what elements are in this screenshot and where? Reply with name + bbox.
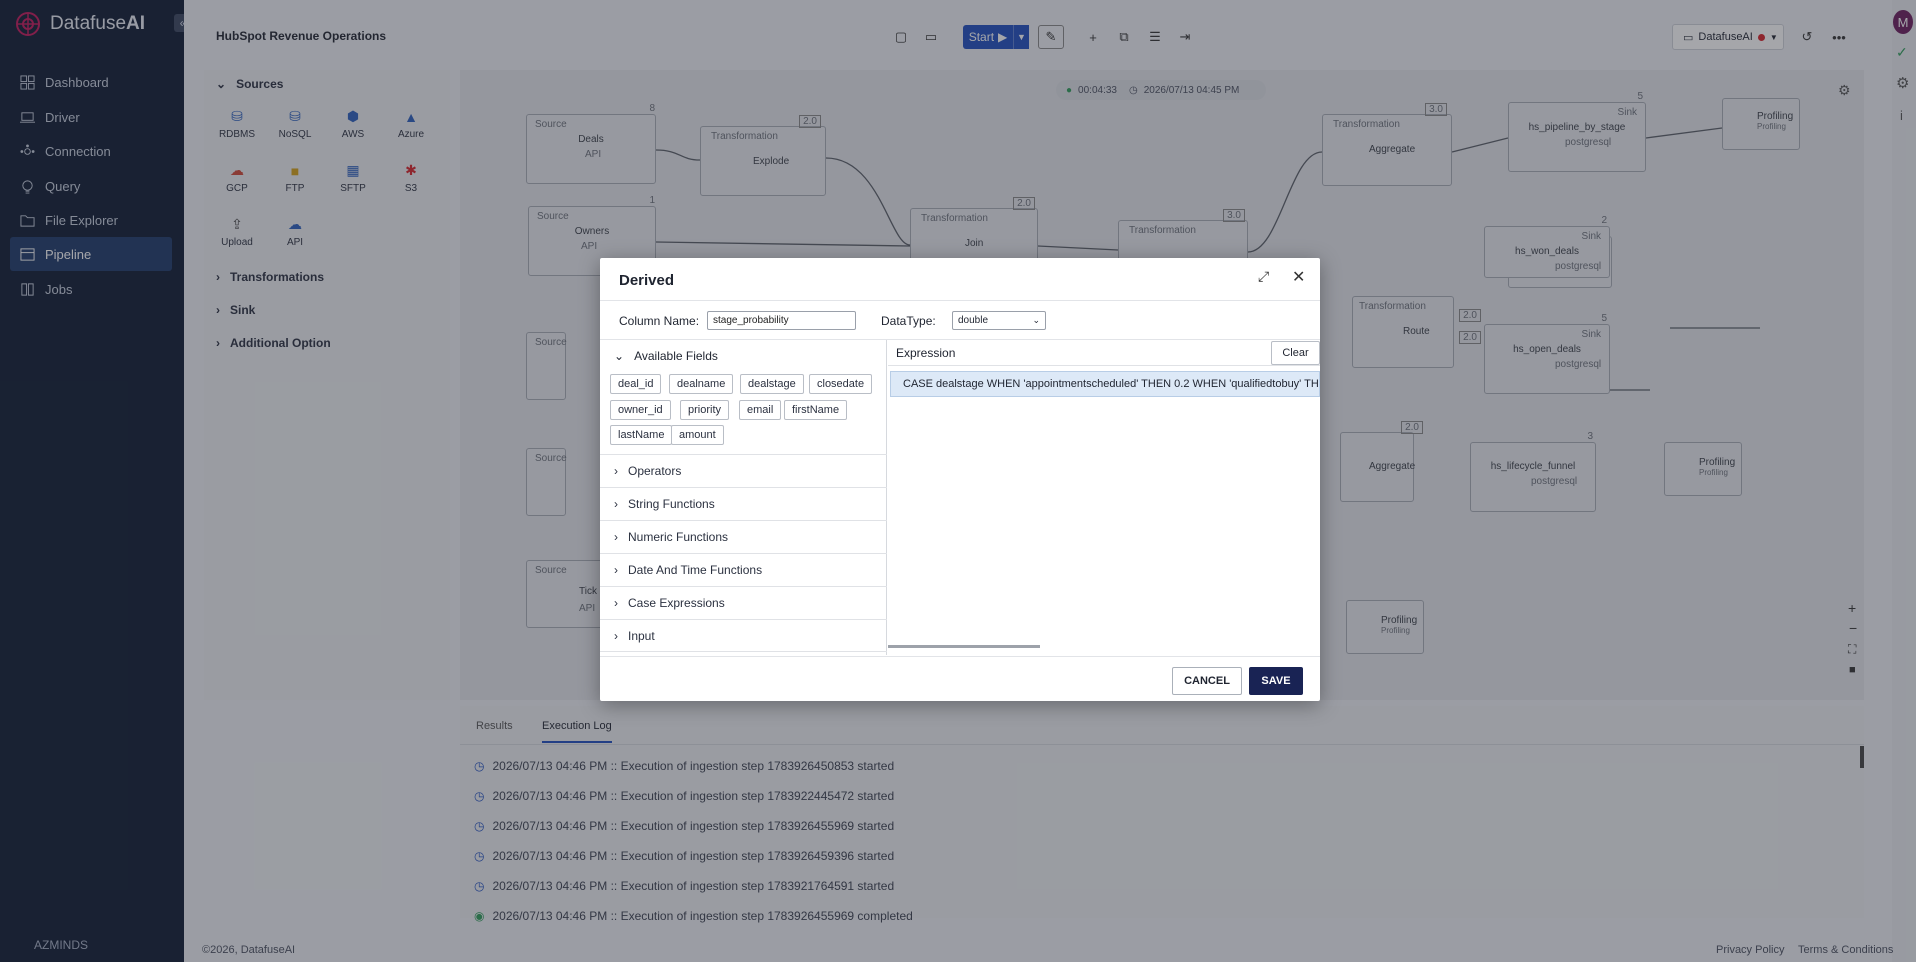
chevron-right-icon: › [614, 530, 618, 544]
chevron-right-icon: › [614, 464, 618, 478]
divider [600, 656, 1320, 657]
section-string-functions[interactable]: › String Functions [600, 487, 887, 520]
field-chip[interactable]: email [739, 400, 782, 420]
expression-pane: Expression Clear CASE dealstage WHEN 'ap… [888, 340, 1320, 655]
available-fields-header[interactable]: ⌄ Available Fields [614, 349, 718, 363]
expression-label: Expression [896, 346, 956, 360]
column-name-label: Column Name: [619, 314, 700, 328]
chevron-right-icon: › [614, 497, 618, 511]
section-label: Date And Time Functions [628, 563, 763, 577]
section-case-expressions[interactable]: › Case Expressions [600, 586, 887, 619]
close-icon[interactable]: ✕ [1292, 267, 1305, 287]
expand-icon[interactable]: ⤢ [1258, 268, 1269, 285]
derived-dialog: Derived ⤢ ✕ Column Name: DataType: doubl… [600, 258, 1320, 701]
section-label: Case Expressions [628, 596, 725, 610]
function-pane: ⌄ Available Fields deal_id dealname deal… [600, 340, 887, 655]
section-input[interactable]: › Input [600, 619, 887, 652]
chevron-right-icon: › [614, 563, 618, 577]
field-chip[interactable]: lastName [610, 425, 673, 445]
field-chip[interactable]: dealstage [740, 374, 804, 394]
clear-button[interactable]: Clear [1271, 341, 1320, 365]
section-date-time-functions[interactable]: › Date And Time Functions [600, 553, 887, 586]
section-label: String Functions [628, 497, 715, 511]
divider [600, 300, 1320, 301]
datatype-value: double [958, 315, 989, 326]
dialog-title: Derived [619, 272, 675, 289]
section-label: Operators [628, 464, 682, 478]
datatype-label: DataType: [881, 314, 936, 328]
section-label: Input [628, 628, 655, 643]
save-button[interactable]: SAVE [1249, 667, 1303, 695]
expression-scrollbar[interactable] [888, 645, 1040, 648]
chevron-down-icon: ⌄ [1032, 315, 1040, 325]
field-chip[interactable]: closedate [809, 374, 873, 394]
available-fields-label: Available Fields [634, 349, 718, 363]
chevron-right-icon: › [614, 628, 618, 643]
datatype-select[interactable]: double ⌄ [952, 311, 1046, 330]
column-name-input[interactable] [707, 311, 856, 330]
field-chip[interactable]: priority [680, 400, 730, 420]
field-chip[interactable]: deal_id [610, 374, 662, 394]
expression-header: Expression Clear [888, 340, 1320, 366]
cancel-button[interactable]: CANCEL [1172, 667, 1242, 695]
section-label: Numeric Functions [628, 530, 729, 544]
expression-input[interactable]: CASE dealstage WHEN 'appointmentschedule… [890, 371, 1320, 397]
field-chip[interactable]: dealname [669, 374, 734, 394]
field-chip[interactable]: amount [671, 425, 724, 445]
section-numeric-functions[interactable]: › Numeric Functions [600, 520, 887, 553]
chevron-right-icon: › [614, 596, 618, 610]
field-chip[interactable]: owner_id [610, 400, 671, 420]
field-chip[interactable]: firstName [784, 400, 848, 420]
section-operators[interactable]: › Operators [600, 454, 887, 487]
chevron-down-icon: ⌄ [614, 349, 625, 363]
